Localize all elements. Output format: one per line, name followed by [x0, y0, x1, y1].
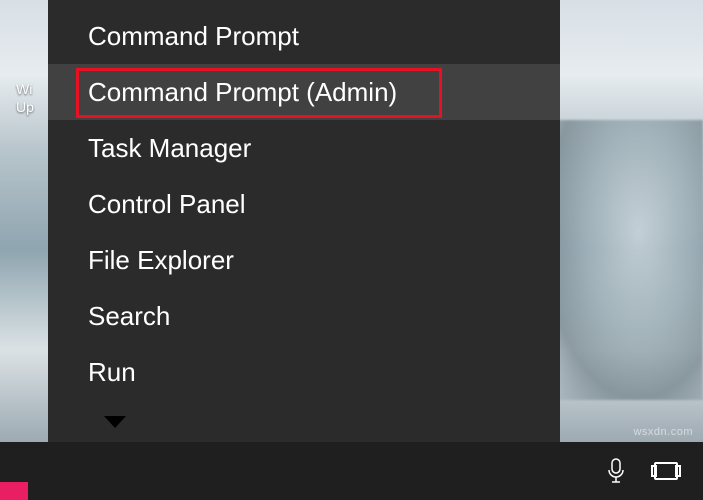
menu-item-task-manager[interactable]: Task Manager	[48, 120, 560, 176]
menu-item-search[interactable]: Search	[48, 288, 560, 344]
menu-item-label: Command Prompt (Admin)	[88, 77, 397, 108]
menu-item-command-prompt-admin[interactable]: Command Prompt (Admin)	[48, 64, 560, 120]
chevron-down-icon	[104, 416, 126, 428]
menu-item-command-prompt[interactable]: Command Prompt	[48, 8, 560, 64]
microphone-icon[interactable]	[591, 442, 641, 500]
menu-item-control-panel[interactable]: Control Panel	[48, 176, 560, 232]
menu-item-label: File Explorer	[88, 245, 234, 276]
menu-expand-item[interactable]	[48, 400, 560, 444]
menu-item-run[interactable]: Run	[48, 344, 560, 400]
taskbar	[0, 442, 703, 500]
task-view-icon[interactable]	[641, 442, 691, 500]
winx-context-menu: Command Prompt Command Prompt (Admin) Ta…	[48, 0, 560, 452]
menu-item-label: Control Panel	[88, 189, 246, 220]
desktop-icon-partial-label[interactable]: Wi Up	[0, 80, 48, 116]
start-button-partial[interactable]	[0, 482, 28, 500]
menu-item-label: Search	[88, 301, 170, 332]
menu-item-label: Run	[88, 357, 136, 388]
wallpaper-mountain	[543, 120, 703, 400]
menu-item-label: Command Prompt	[88, 21, 299, 52]
menu-item-file-explorer[interactable]: File Explorer	[48, 232, 560, 288]
watermark-text: wsxdn.com	[633, 426, 693, 438]
menu-item-label: Task Manager	[88, 133, 251, 164]
